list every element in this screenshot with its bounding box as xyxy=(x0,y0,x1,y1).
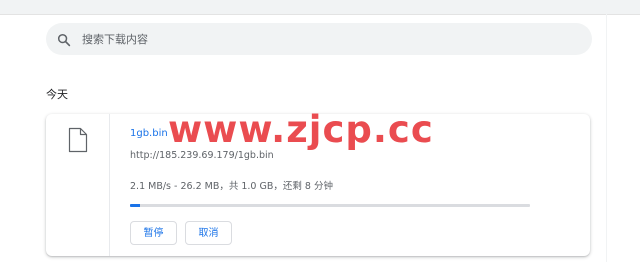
top-toolbar-strip xyxy=(0,0,640,15)
cancel-button[interactable]: 取消 xyxy=(185,221,232,245)
download-status-text: 2.1 MB/s - 26.2 MB，共 1.0 GB，还剩 8 分钟 xyxy=(130,181,333,192)
pause-button[interactable]: 暂停 xyxy=(130,221,177,245)
date-section-heading: 今天 xyxy=(46,88,68,101)
scrollbar-track[interactable] xyxy=(606,0,607,262)
file-name-link[interactable]: 1gb.bin xyxy=(130,128,168,139)
search-input[interactable] xyxy=(82,23,572,55)
file-icon xyxy=(68,127,88,153)
search-bar[interactable] xyxy=(46,23,592,55)
watermark-text: www.zjcp.cc xyxy=(168,108,434,151)
card-divider xyxy=(109,114,110,256)
file-url: http://185.239.69.179/1gb.bin xyxy=(130,150,274,161)
progress-bar-fill xyxy=(130,204,141,207)
search-icon xyxy=(57,32,71,47)
progress-bar xyxy=(130,204,530,207)
